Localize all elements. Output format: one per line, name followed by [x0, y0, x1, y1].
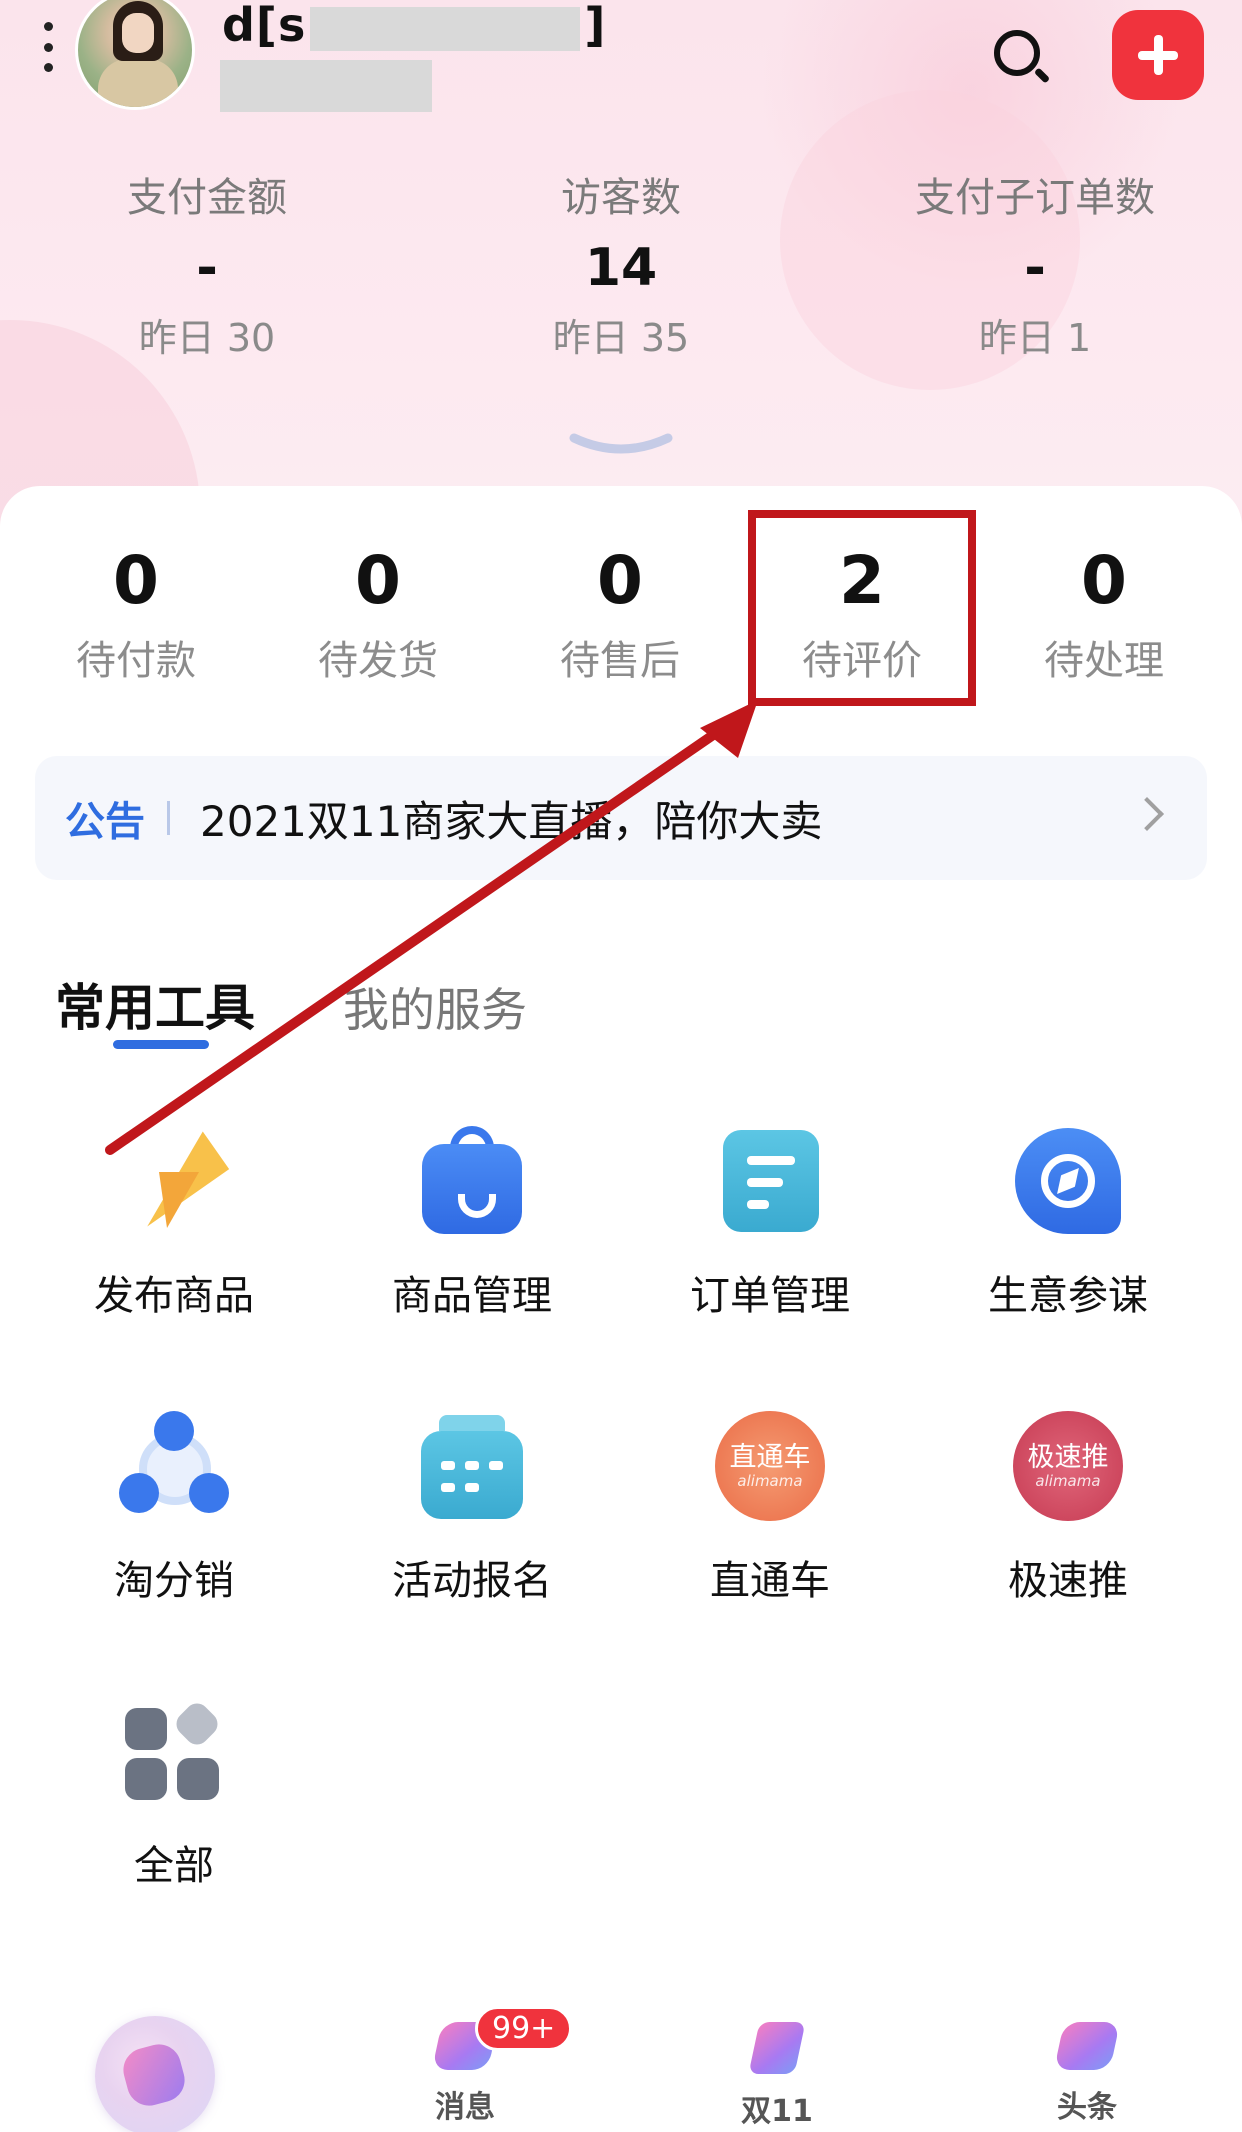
unread-badge: 99+	[475, 2006, 573, 2051]
tool-label: 全部	[134, 1843, 214, 1889]
order-label: 待处理	[1044, 638, 1164, 684]
tool-publish-product[interactable]: 发布商品	[25, 1126, 323, 1321]
paper-plane-icon	[119, 1126, 230, 1228]
nav-label: 头条	[1057, 2090, 1117, 2125]
highlight-annotation-box	[748, 510, 976, 706]
tool-label: 发布商品	[94, 1273, 254, 1319]
order-label: 待付款	[76, 638, 196, 684]
stat-value: -	[196, 238, 218, 298]
nav-label: 双11	[741, 2094, 813, 2129]
icon-text: 直通车	[729, 1442, 811, 1473]
add-button[interactable]	[1112, 10, 1204, 100]
stat-yesterday: 昨日 35	[552, 316, 690, 360]
compass-icon	[1013, 1126, 1123, 1234]
tool-product-management[interactable]: 商品管理	[323, 1126, 621, 1321]
tool-ztc[interactable]: 直通车 alimama 直通车	[621, 1411, 919, 1606]
tab-common-tools[interactable]: 常用工具	[55, 968, 255, 1049]
nav-headlines[interactable]: 头条	[1007, 2022, 1167, 2126]
tab-my-services[interactable]: 我的服务	[343, 974, 527, 1040]
tool-event-signup[interactable]: 活动报名	[323, 1411, 621, 1606]
search-icon[interactable]	[990, 26, 1051, 86]
order-pending-aftersale[interactable]: 0 待售后	[499, 536, 741, 696]
order-pending-payment[interactable]: 0 待付款	[15, 536, 257, 696]
more-menu-icon[interactable]	[40, 22, 56, 72]
tool-label: 淘分销	[114, 1558, 234, 1604]
tool-label: 直通车	[710, 1558, 830, 1604]
shopping-bag-icon	[417, 1126, 527, 1234]
tool-label: 活动报名	[392, 1558, 552, 1604]
headline-icon	[1053, 2022, 1121, 2070]
tool-all[interactable]: 全部	[25, 1696, 323, 1891]
stat-label: 支付子订单数	[915, 175, 1155, 221]
nav-messages[interactable]: 99+ 消息	[385, 2006, 573, 2126]
document-list-icon	[715, 1126, 825, 1232]
tool-label: 生意参谋	[988, 1273, 1148, 1319]
stat-label: 访客数	[561, 175, 681, 221]
tool-label: 商品管理	[392, 1273, 552, 1319]
avatar[interactable]	[75, 0, 195, 110]
order-count: 0	[1081, 542, 1127, 619]
tool-order-management[interactable]: 订单管理	[621, 1126, 919, 1321]
tool-label: 订单管理	[690, 1273, 850, 1319]
order-count: 0	[113, 542, 159, 619]
announcement-tag: 公告	[65, 799, 145, 845]
stat-payment-amount[interactable]: 支付金额 - 昨日 30	[0, 168, 414, 368]
tools-tabs: 常用工具 我的服务	[55, 968, 527, 1049]
active-tab-indicator	[113, 1040, 209, 1049]
ztc-alimama-icon: 直通车 alimama	[715, 1411, 825, 1521]
main-card: 0 待付款 0 待发货 0 待售后 2 待评价 0 待处理 公告 2021双11…	[0, 486, 1242, 2132]
redacted-text	[310, 6, 581, 51]
stat-visitors[interactable]: 访客数 14 昨日 35	[414, 168, 828, 368]
tab-label: 我的服务	[343, 983, 527, 1037]
home-logo-icon[interactable]	[95, 2016, 215, 2132]
store-stats: 支付金额 - 昨日 30 访客数 14 昨日 35 支付子订单数 - 昨日 1	[0, 168, 1242, 368]
calendar-icon	[417, 1411, 527, 1519]
icon-text: 极速推	[1027, 1442, 1109, 1473]
stat-value: -	[1024, 238, 1046, 298]
announcement-bar[interactable]: 公告 2021双11商家大直播，陪你大卖	[35, 756, 1207, 880]
order-count: 0	[355, 542, 401, 619]
shop-name-prefix: d[s	[222, 0, 307, 52]
jst-alimama-icon: 极速推 alimama	[1013, 1411, 1123, 1521]
tool-tao-distribution[interactable]: 淘分销	[25, 1411, 323, 1606]
stat-yesterday: 昨日 1	[978, 316, 1092, 360]
share-network-icon	[119, 1411, 229, 1513]
stat-sub-orders[interactable]: 支付子订单数 - 昨日 1	[828, 168, 1242, 368]
double11-icon	[748, 2022, 806, 2074]
tool-business-advisor[interactable]: 生意参谋	[919, 1126, 1217, 1321]
stat-yesterday: 昨日 30	[138, 316, 276, 360]
tool-jst[interactable]: 极速推 alimama 极速推	[919, 1411, 1217, 1606]
order-label: 待发货	[318, 638, 438, 684]
tab-label: 常用工具	[55, 979, 255, 1037]
redacted-subtitle	[220, 60, 432, 112]
icon-subtext: alimama	[737, 1472, 803, 1490]
order-pending-handle[interactable]: 0 待处理	[983, 536, 1225, 696]
shop-name-suffix: ]	[584, 0, 607, 52]
shop-name: d[s]	[222, 0, 606, 52]
order-count: 0	[597, 542, 643, 619]
order-status-row: 0 待付款 0 待发货 0 待售后 2 待评价 0 待处理	[0, 536, 1242, 696]
order-label: 待售后	[560, 638, 680, 684]
all-grid-icon	[119, 1696, 229, 1800]
order-pending-shipment[interactable]: 0 待发货	[257, 536, 499, 696]
stat-value: 14	[584, 238, 658, 298]
divider	[167, 801, 170, 835]
nav-double11[interactable]: 双11	[697, 2022, 857, 2130]
expand-chevron-icon[interactable]	[568, 430, 674, 456]
announcement-text: 2021双11商家大直播，陪你大卖	[200, 796, 823, 846]
chevron-right-icon	[1130, 797, 1164, 831]
nav-label: 消息	[435, 2090, 495, 2125]
bottom-nav: 99+ 消息 双11 头条	[0, 2000, 1242, 2132]
icon-subtext: alimama	[1035, 1472, 1101, 1490]
stat-label: 支付金额	[127, 175, 287, 221]
tools-grid: 发布商品 商品管理 订单管理 生意参谋 淘分销 活动报名 直通车 alimama…	[25, 1126, 1217, 1891]
tool-label: 极速推	[1008, 1558, 1128, 1604]
